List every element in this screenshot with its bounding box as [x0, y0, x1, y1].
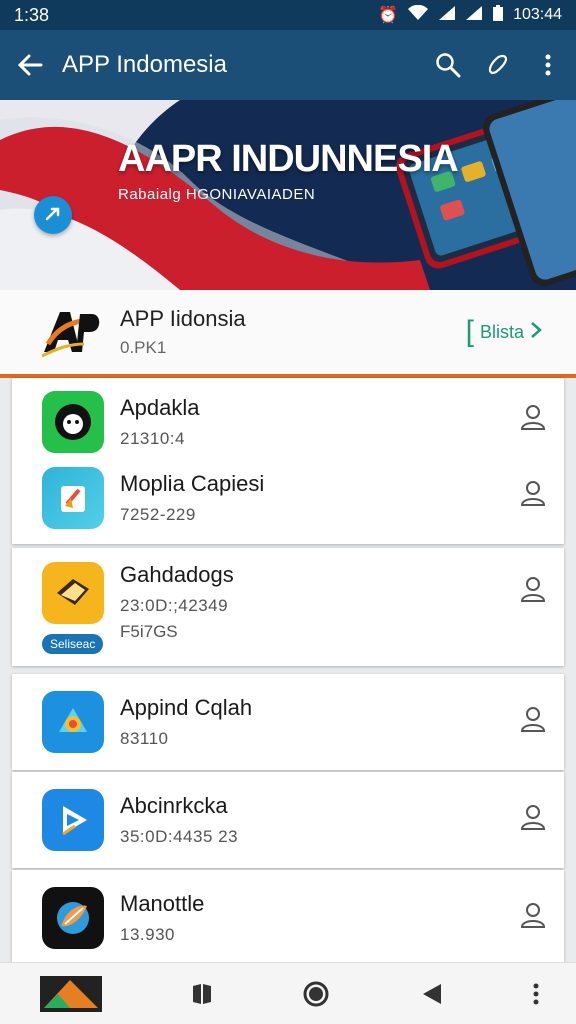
app-icon-apdakla — [42, 391, 104, 453]
edit-icon[interactable] — [484, 51, 512, 79]
banner-subtitle: Rabaialg HGONIAVAIADEN — [118, 186, 316, 203]
person-icon[interactable] — [518, 704, 548, 734]
app-meta: 23:0D:;42349 — [120, 596, 229, 615]
app-name: Appind Cqlah — [120, 695, 253, 720]
recent-app-thumbnail-icon[interactable] — [40, 975, 102, 1012]
alarm-icon: ⏰ — [378, 7, 399, 24]
app-name: Manottle — [120, 891, 205, 916]
app-list-item[interactable]: Apdakla 21310:4 — [12, 384, 564, 460]
app-meta: 13.930 — [120, 925, 175, 944]
app-header-name: APP Iidonsia — [120, 306, 246, 331]
app-list-item[interactable]: Gahdadogs 23:0D:;42349 F5i7GS Seliseac — [12, 548, 564, 666]
home-icon[interactable] — [302, 980, 330, 1008]
app-list-item[interactable]: Manottle 13.930 — [12, 870, 564, 966]
app-icon-manottle — [42, 887, 104, 949]
system-nav-bar — [0, 962, 576, 1024]
status-icons: ⏰ 103:44 — [378, 4, 562, 27]
app-icon-gahdadogs — [42, 562, 104, 624]
status-time: 1:38 — [14, 4, 50, 25]
app-icon-appind — [42, 691, 104, 753]
battery-icon — [492, 4, 504, 27]
person-icon[interactable] — [518, 402, 548, 432]
app-icon-moplia — [42, 467, 104, 529]
app-meta-secondary: F5i7GS — [120, 622, 178, 641]
app-list-card: Abcinrkcka 35:0D:4435 23 — [12, 772, 564, 868]
person-icon[interactable] — [518, 802, 548, 832]
app-icon-abcinrkcka — [42, 789, 104, 851]
app-bar-title: APP Indomesia — [62, 51, 227, 78]
search-icon[interactable] — [434, 51, 462, 79]
app-header: APP Iidonsia 0.PK1 [ Blista — [0, 290, 576, 378]
signal-icon-2 — [465, 5, 483, 26]
header-action-button[interactable]: [ Blista — [466, 317, 542, 347]
app-meta: 83110 — [120, 729, 169, 748]
app-meta: 7252-229 — [120, 505, 196, 524]
app-list-card: Apdakla 21310:4 Moplia Capiesi 7252-229 — [12, 378, 564, 544]
person-icon[interactable] — [518, 574, 548, 604]
app-list-card: Gahdadogs 23:0D:;42349 F5i7GS Seliseac — [12, 548, 564, 666]
link-icon[interactable] — [34, 196, 72, 234]
app-list-item[interactable]: Abcinrkcka 35:0D:4435 23 — [12, 772, 564, 868]
app-list-item[interactable]: Appind Cqlah 83110 — [12, 674, 564, 770]
app-name: Gahdadogs — [120, 562, 234, 587]
app-list-item[interactable]: Moplia Capiesi 7252-229 — [12, 460, 564, 536]
app-name: Apdakla — [120, 395, 200, 420]
app-meta: 21310:4 — [120, 429, 185, 448]
app-name: Moplia Capiesi — [120, 471, 265, 496]
app-bar: APP Indomesia — [0, 30, 576, 100]
promo-banner[interactable]: AAPR INDUNNESIA Rabaialg HGONIAVAIADEN — [0, 100, 576, 290]
back-arrow-icon[interactable] — [14, 49, 46, 81]
header-action-label: Blista — [479, 321, 524, 342]
nav-more-vert-icon[interactable] — [532, 982, 540, 1006]
app-header-code: 0.PK1 — [120, 338, 167, 357]
status-bar: 1:38 ⏰ 103:44 — [0, 0, 576, 30]
bracket-icon: [ — [465, 315, 474, 348]
person-icon[interactable] — [518, 900, 548, 930]
app-list-card: Appind Cqlah 83110 — [12, 674, 564, 770]
back-icon[interactable] — [419, 982, 443, 1006]
banner-title: AAPR INDUNNESIA — [118, 138, 459, 180]
app-meta: 35:0D:4435 23 — [120, 827, 239, 846]
recents-icon[interactable] — [191, 982, 213, 1006]
app-name: Abcinrkcka — [120, 793, 228, 818]
chevron-right-icon — [530, 321, 542, 344]
more-vert-icon[interactable] — [534, 51, 562, 79]
app-badge: Seliseac — [42, 634, 104, 654]
status-right-time: 103:44 — [513, 6, 562, 23]
person-icon[interactable] — [518, 478, 548, 508]
app-logo — [40, 304, 104, 360]
wifi-icon — [407, 4, 429, 26]
app-list-card: Manottle 13.930 — [12, 870, 564, 966]
signal-icon — [438, 5, 456, 26]
